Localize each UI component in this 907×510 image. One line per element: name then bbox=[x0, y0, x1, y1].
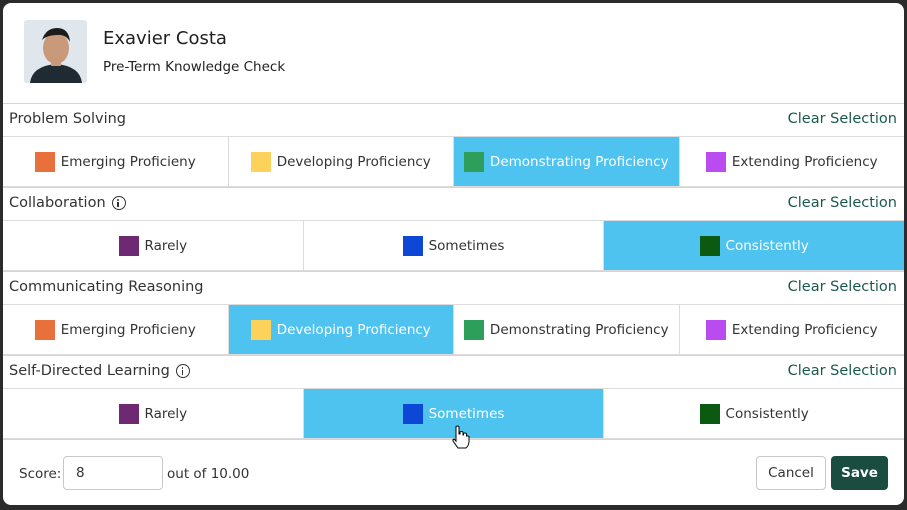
section-title: Self-Directed Learning bbox=[9, 363, 170, 379]
color-swatch bbox=[705, 151, 726, 172]
option-label: Demonstrating Proficiency bbox=[489, 321, 669, 338]
option-row: Rarely Sometimes Consistently bbox=[3, 220, 904, 271]
score-max-label: out of 10.00 bbox=[167, 466, 250, 482]
color-swatch bbox=[118, 403, 139, 424]
section-header: Problem Solving Clear Selection bbox=[3, 104, 904, 136]
clear-selection-link[interactable]: Clear Selection bbox=[788, 279, 897, 295]
option-demonstrating-proficiency[interactable]: Demonstrating Proficiency bbox=[454, 305, 680, 354]
option-emerging-proficiency[interactable]: Emerging Proficieny bbox=[3, 305, 229, 354]
option-developing-proficiency[interactable]: Developing Proficiency bbox=[228, 137, 454, 186]
rubric-section-self-directed-learning: Self-Directed Learning Clear Selection R… bbox=[3, 355, 904, 439]
color-swatch bbox=[34, 319, 55, 340]
section-title: Collaboration bbox=[9, 195, 106, 211]
option-label: Demonstrating Proficiency bbox=[489, 153, 669, 170]
option-label: Extending Proficiency bbox=[731, 321, 878, 338]
option-consistently[interactable]: Consistently bbox=[604, 389, 904, 438]
section-title: Problem Solving bbox=[9, 111, 126, 127]
option-sometimes[interactable]: Sometimes bbox=[303, 389, 605, 438]
color-swatch bbox=[463, 319, 484, 340]
color-swatch bbox=[250, 319, 271, 340]
color-swatch bbox=[250, 151, 271, 172]
dialog-header: Exavier Costa Pre-Term Knowledge Check bbox=[3, 3, 904, 103]
info-icon[interactable] bbox=[175, 364, 190, 378]
option-label: Rarely bbox=[144, 237, 188, 254]
option-label: Consistently bbox=[725, 405, 809, 422]
option-row: Emerging Proficieny Developing Proficien… bbox=[3, 304, 904, 355]
option-label: Sometimes bbox=[428, 405, 505, 422]
section-header: Communicating Reasoning Clear Selection bbox=[3, 272, 904, 304]
avatar bbox=[24, 20, 87, 83]
option-row: Rarely Sometimes Consistently bbox=[3, 388, 904, 439]
rubric-section-collaboration: Collaboration Clear Selection Rarely Som… bbox=[3, 187, 904, 271]
option-developing-proficiency[interactable]: Developing Proficiency bbox=[228, 305, 454, 354]
cancel-button[interactable]: Cancel bbox=[756, 456, 826, 490]
color-swatch bbox=[699, 403, 720, 424]
option-label: Emerging Proficieny bbox=[60, 153, 196, 170]
option-extending-proficiency[interactable]: Extending Proficiency bbox=[679, 137, 904, 186]
info-icon[interactable] bbox=[111, 196, 126, 210]
clear-selection-link[interactable]: Clear Selection bbox=[788, 111, 897, 127]
option-demonstrating-proficiency[interactable]: Demonstrating Proficiency bbox=[454, 137, 680, 186]
student-name: Exavier Costa bbox=[103, 28, 227, 49]
option-label: Developing Proficiency bbox=[276, 153, 431, 170]
assessment-title: Pre-Term Knowledge Check bbox=[103, 59, 286, 75]
section-header: Self-Directed Learning Clear Selection bbox=[3, 356, 904, 388]
option-consistently[interactable]: Consistently bbox=[604, 221, 904, 270]
clear-selection-link[interactable]: Clear Selection bbox=[788, 195, 897, 211]
section-title: Communicating Reasoning bbox=[9, 279, 204, 295]
option-label: Developing Proficiency bbox=[276, 321, 431, 338]
color-swatch bbox=[402, 403, 423, 424]
save-button[interactable]: Save bbox=[831, 456, 888, 490]
color-swatch bbox=[699, 235, 720, 256]
dialog-footer: Score: out of 10.00 Cancel Save bbox=[3, 439, 904, 505]
color-swatch bbox=[402, 235, 423, 256]
color-swatch bbox=[705, 319, 726, 340]
color-swatch bbox=[463, 151, 484, 172]
option-label: Consistently bbox=[725, 237, 809, 254]
option-label: Rarely bbox=[144, 405, 188, 422]
option-sometimes[interactable]: Sometimes bbox=[303, 221, 605, 270]
rubric-section-problem-solving: Problem Solving Clear Selection Emerging… bbox=[3, 103, 904, 187]
option-label: Emerging Proficieny bbox=[60, 321, 196, 338]
option-label: Sometimes bbox=[428, 237, 505, 254]
option-label: Extending Proficiency bbox=[731, 153, 878, 170]
score-input[interactable] bbox=[63, 456, 163, 490]
section-header: Collaboration Clear Selection bbox=[3, 188, 904, 220]
option-row: Emerging Proficieny Developing Proficien… bbox=[3, 136, 904, 187]
clear-selection-link[interactable]: Clear Selection bbox=[788, 363, 897, 379]
color-swatch bbox=[34, 151, 55, 172]
option-emerging-proficiency[interactable]: Emerging Proficieny bbox=[3, 137, 229, 186]
rubric-section-communicating-reasoning: Communicating Reasoning Clear Selection … bbox=[3, 271, 904, 355]
score-label: Score: bbox=[19, 466, 62, 482]
rubric-dialog: Exavier Costa Pre-Term Knowledge Check P… bbox=[3, 3, 904, 505]
option-extending-proficiency[interactable]: Extending Proficiency bbox=[679, 305, 904, 354]
option-rarely[interactable]: Rarely bbox=[3, 389, 304, 438]
option-rarely[interactable]: Rarely bbox=[3, 221, 304, 270]
color-swatch bbox=[118, 235, 139, 256]
